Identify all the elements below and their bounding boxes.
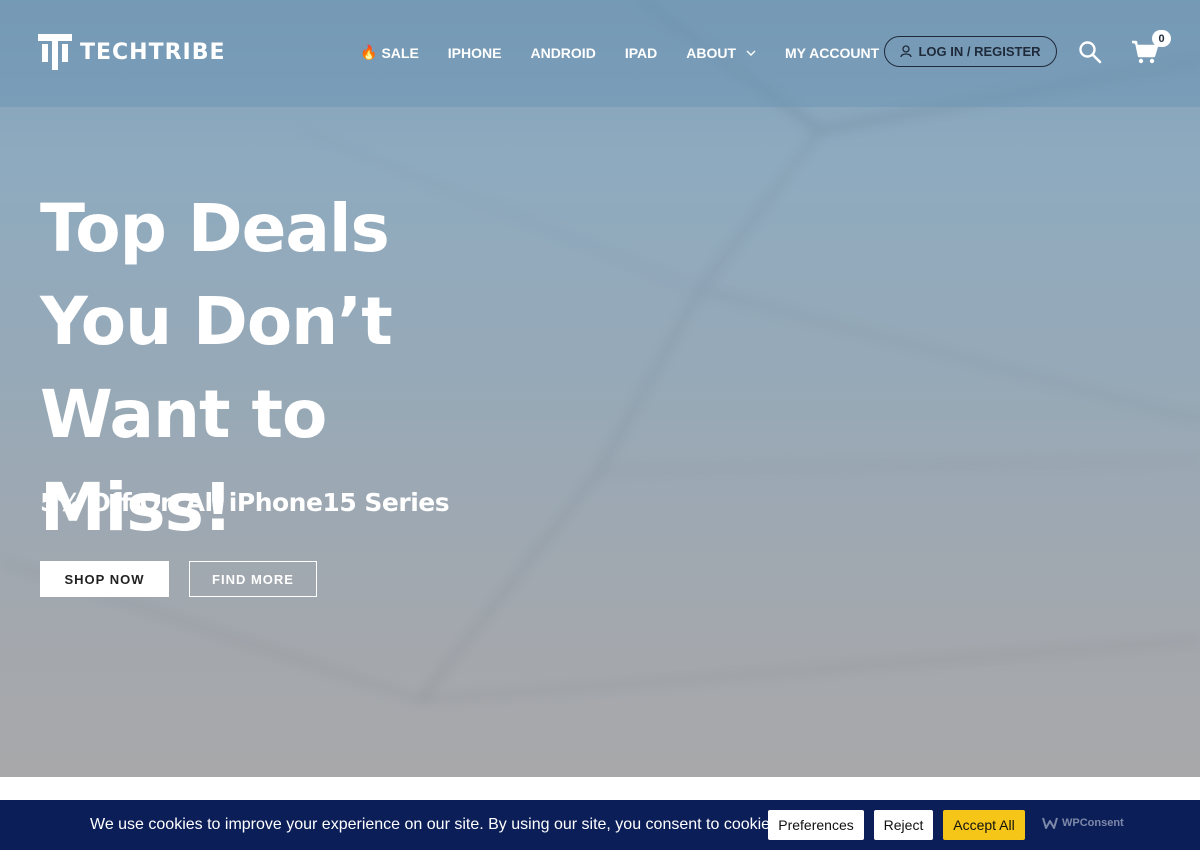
site-header: TECHTRIBE 🔥 SALE IPHONE ANDROID IPAD ABO… xyxy=(0,0,1200,107)
hero-subtitle: 5% Off On All iPhone15 Series xyxy=(40,488,450,517)
hero-section: TECHTRIBE 🔥 SALE IPHONE ANDROID IPAD ABO… xyxy=(0,0,1200,777)
nav-label: SALE xyxy=(381,44,419,61)
shop-now-button[interactable]: SHOP NOW xyxy=(40,561,169,597)
nav-label: ABOUT xyxy=(686,44,737,61)
login-label: LOG IN / REGISTER xyxy=(918,44,1041,59)
user-icon xyxy=(900,45,913,58)
site-logo[interactable]: TECHTRIBE xyxy=(36,32,226,72)
nav-item-ipad[interactable]: IPAD xyxy=(625,45,657,61)
wpconsent-label: WPConsent xyxy=(1062,817,1124,829)
logo-text: TECHTRIBE xyxy=(80,39,226,65)
cookie-reject-button[interactable]: Reject xyxy=(874,810,933,840)
find-more-button[interactable]: FIND MORE xyxy=(189,561,317,597)
nav-item-sale[interactable]: 🔥 SALE xyxy=(360,44,419,61)
wpconsent-brand[interactable]: WPConsent xyxy=(1042,817,1124,829)
cookie-message: We use cookies to improve your experienc… xyxy=(90,816,783,833)
cookie-accept-all-button[interactable]: Accept All xyxy=(943,810,1025,840)
cart-count-badge: 0 xyxy=(1152,30,1171,47)
nav-item-about[interactable]: ABOUT xyxy=(686,45,756,61)
nav-item-my-account[interactable]: MY ACCOUNT xyxy=(785,45,879,61)
nav-label: IPAD xyxy=(624,44,658,61)
nav-label: MY ACCOUNT xyxy=(785,44,880,61)
wpconsent-logo-icon xyxy=(1042,817,1058,829)
techtribe-logo-icon xyxy=(38,34,72,70)
fire-icon: 🔥 xyxy=(360,44,378,60)
cookie-preferences-button[interactable]: Preferences xyxy=(768,810,864,840)
nav-label: ANDROID xyxy=(530,44,596,61)
chevron-down-icon xyxy=(746,50,756,56)
login-register-button[interactable]: LOG IN / REGISTER xyxy=(884,36,1057,67)
cookie-consent-bar: We use cookies to improve your experienc… xyxy=(0,800,1200,850)
nav-label: IPHONE xyxy=(447,44,502,61)
main-nav: 🔥 SALE IPHONE ANDROID IPAD ABOUT MY ACCO… xyxy=(360,44,879,61)
nav-item-iphone[interactable]: IPHONE xyxy=(448,45,502,61)
nav-item-android[interactable]: ANDROID xyxy=(530,45,595,61)
search-icon[interactable] xyxy=(1078,40,1102,64)
